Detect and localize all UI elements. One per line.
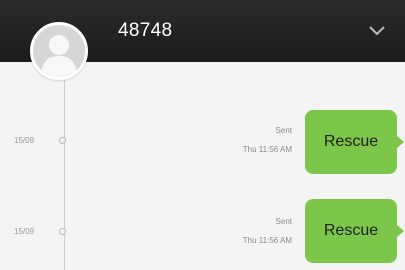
message-date: 15/09: [14, 227, 35, 236]
contact-avatar[interactable]: [30, 22, 88, 80]
message-date: 15/09: [14, 136, 35, 145]
message-bubble[interactable]: Rescue: [305, 199, 404, 263]
timeline-line: [64, 80, 65, 270]
chevron-down-icon[interactable]: [367, 24, 387, 38]
conversation-screen: 48748 15/09 Sent Thu 11:56 AM Rescue 15/…: [0, 0, 405, 270]
message-time: Thu 11:56 AM: [242, 236, 292, 245]
timeline-dot: [59, 228, 66, 235]
message-status: Sent: [275, 217, 292, 226]
message-time: Thu 11:56 AM: [242, 145, 292, 154]
timeline-dot: [59, 137, 66, 144]
message-meta: Sent Thu 11:56 AM: [243, 212, 292, 250]
message-bubble[interactable]: Rescue: [305, 110, 404, 174]
message-status: Sent: [275, 126, 292, 135]
contact-name: 48748: [118, 20, 173, 41]
message-meta: Sent Thu 11:56 AM: [243, 121, 292, 159]
default-avatar-icon: [33, 25, 85, 77]
